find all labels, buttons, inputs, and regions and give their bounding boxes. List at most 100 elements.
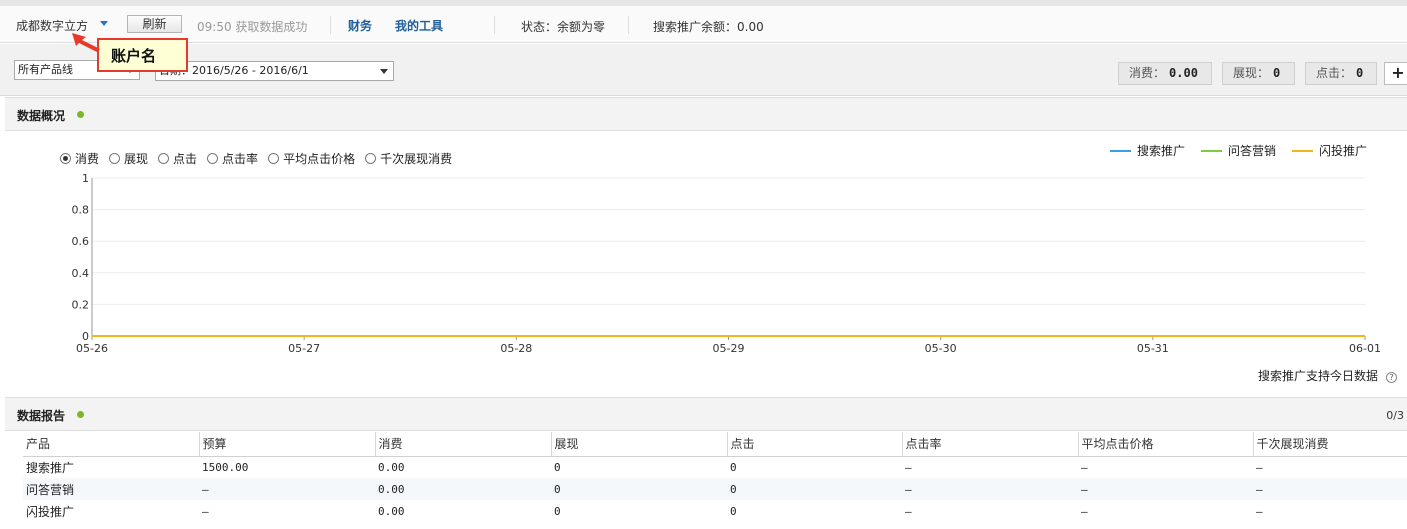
table-row[interactable]: 闪投推广 – 0.00 0 0 – – – — [23, 500, 1407, 522]
account-dropdown-caret-icon[interactable] — [100, 21, 108, 26]
callout-arrow-icon — [72, 33, 100, 52]
divider — [330, 16, 331, 34]
filter-bar: 所有产品线 日期：2016/5/26 - 2016/6/1 消费： 0.00 展现… — [0, 44, 1407, 96]
summary-impressions: 展现： 0 — [1222, 62, 1295, 85]
radio-circle-icon — [109, 153, 121, 164]
metric-radio-2[interactable]: 点击 — [158, 150, 197, 167]
y-tick-label: 1 — [82, 172, 89, 185]
search-balance: 搜索推广余额：0.00 — [653, 20, 764, 34]
metric-radio-5[interactable]: 千次展现消费 — [365, 150, 452, 167]
report-table-wrap: 产品 预算 消费 展现 点击 点击率 平均点击价格 千次展现消费 搜索推广 1500.00 0.0… — [23, 432, 1407, 522]
today-data-note: 搜索推广支持今日数据? — [1258, 367, 1397, 384]
x-tick-label: 06-01 — [1349, 342, 1381, 355]
top-bar: 成都数字立方 刷新 09:50 获取数据成功 财务 我的工具 状态：余额为零 搜… — [0, 6, 1407, 43]
chart-legend: 搜索推广 问答营销 闪投推广 — [1110, 142, 1383, 159]
table-cell: 0 — [554, 460, 561, 474]
nav-tools-link[interactable]: 我的工具 — [395, 17, 443, 34]
summary-cost: 消费： 0.00 — [1118, 62, 1212, 85]
divider — [628, 16, 629, 34]
metric-radio-4[interactable]: 平均点击价格 — [268, 150, 355, 167]
account-status: 状态：余额为零 — [521, 20, 606, 34]
table-cell: – — [902, 478, 1078, 500]
legend-item[interactable]: 问答营销 — [1201, 144, 1276, 158]
column-header[interactable]: 千次展现消费 — [1252, 432, 1407, 457]
legend-item[interactable]: 闪投推广 — [1292, 144, 1367, 158]
table-cell: 0 — [551, 478, 727, 500]
table-cell: 1500.00 — [202, 460, 249, 474]
add-metric-button[interactable]: + — [1384, 62, 1407, 85]
metric-radio-0[interactable]: 消费 — [60, 150, 99, 167]
metric-radio-3[interactable]: 点击率 — [207, 150, 258, 167]
table-cell: – — [905, 460, 912, 474]
table-cell: 问答营销 — [23, 478, 199, 500]
summary-cost-label: 消费： — [1129, 66, 1166, 80]
summary-clicks: 点击： 0 — [1305, 62, 1377, 85]
x-tick-label: 05-28 — [500, 342, 532, 355]
table-row[interactable]: 搜索推广 1500.00 0.00 0 0 – – – — [23, 456, 1407, 478]
column-header[interactable]: 预算 — [198, 432, 375, 457]
date-range-select[interactable]: 日期：2016/5/26 - 2016/6/1 — [155, 61, 394, 81]
chevron-down-icon — [380, 69, 388, 74]
table-cell: – — [199, 478, 375, 500]
radio-circle-icon — [60, 153, 71, 164]
report-table: 产品 预算 消费 展现 点击 点击率 平均点击价格 千次展现消费 搜索推广 1500.00 0.0… — [23, 432, 1407, 522]
y-tick-label: 0.2 — [72, 298, 90, 311]
table-cell: 0 — [727, 478, 902, 500]
status-dot-icon — [77, 411, 84, 418]
table-cell: 0 — [730, 504, 737, 518]
table-cell: – — [202, 504, 209, 518]
help-icon[interactable]: ? — [1386, 372, 1397, 383]
column-header[interactable]: 消费 — [374, 432, 551, 457]
x-tick-label: 05-27 — [288, 342, 320, 355]
legend-label: 问答营销 — [1228, 144, 1277, 158]
radio-circle-icon — [207, 153, 219, 164]
summary-cost-value: 0.00 — [1169, 66, 1198, 80]
refresh-button[interactable]: 刷新 — [127, 15, 182, 33]
product-line-value: 所有产品线 — [18, 63, 73, 76]
column-header[interactable]: 展现 — [550, 432, 727, 457]
x-tick-label: 05-26 — [76, 342, 108, 355]
table-cell: 0 — [554, 504, 561, 518]
column-header[interactable]: 产品 — [23, 432, 199, 457]
y-tick-label: 0.6 — [72, 235, 90, 248]
summary-clicks-value: 0 — [1356, 66, 1364, 80]
table-cell: – — [1081, 460, 1088, 474]
overview-title: 数据概况 — [17, 109, 66, 123]
legend-line-icon — [1201, 150, 1223, 152]
table-cell: 0.00 — [378, 460, 405, 474]
table-row[interactable]: 问答营销 –0.00 0 0– – – — [23, 478, 1407, 500]
table-cell: – — [1081, 504, 1088, 518]
summary-impressions-label: 展现： — [1233, 66, 1270, 80]
legend-line-icon — [1110, 150, 1131, 152]
table-cell: – — [1253, 478, 1407, 500]
column-header[interactable]: 平均点击价格 — [1077, 432, 1253, 457]
metric-radio-label: 展现 — [124, 152, 149, 166]
divider — [494, 16, 495, 34]
radio-circle-icon — [268, 153, 280, 164]
report-header: 数据报告 0/3 — [5, 397, 1407, 431]
table-header-row: 产品 预算 消费 展现 点击 点击率 平均点击价格 千次展现消费 — [23, 432, 1407, 457]
legend-line-icon — [1292, 150, 1314, 152]
metric-radio-1[interactable]: 展现 — [109, 150, 148, 167]
table-cell: – — [1256, 460, 1263, 474]
report-pager[interactable]: 0/3 — [1386, 409, 1404, 422]
overview-header: 数据概况 — [5, 97, 1407, 131]
summary-clicks-label: 点击： — [1316, 66, 1353, 80]
x-tick-label: 05-29 — [713, 342, 745, 355]
legend-item[interactable]: 搜索推广 — [1110, 144, 1185, 158]
today-data-note-text: 搜索推广支持今日数据 — [1257, 369, 1378, 383]
column-header[interactable]: 点击率 — [901, 432, 1078, 457]
overview-chart: 0 0.2 0.4 0.6 0.8 1 05-26 05-27 05-28 05-29 05-30 0… — [5, 131, 1407, 397]
legend-label: 搜索推广 — [1137, 144, 1186, 158]
table-body: 搜索推广 1500.00 0.00 0 0– – – 问答营销 –0.00 0 0– – – 闪投推广 –0… — [23, 456, 1407, 522]
report-title: 数据报告 — [17, 409, 66, 423]
table-cell: 搜索推广 — [26, 460, 75, 475]
metric-radio-label: 平均点击价格 — [283, 152, 356, 166]
nav-finance-link[interactable]: 财务 — [348, 17, 372, 34]
column-header[interactable]: 点击 — [726, 432, 902, 457]
metric-selector: 消费 展现 点击 点击率 平均点击价格 千次展现消费 — [60, 150, 462, 167]
status-dot-icon — [77, 111, 84, 118]
metric-radio-label: 千次展现消费 — [380, 152, 453, 166]
table-cell: 0 — [730, 460, 737, 474]
y-tick-label: 0.4 — [72, 267, 90, 280]
